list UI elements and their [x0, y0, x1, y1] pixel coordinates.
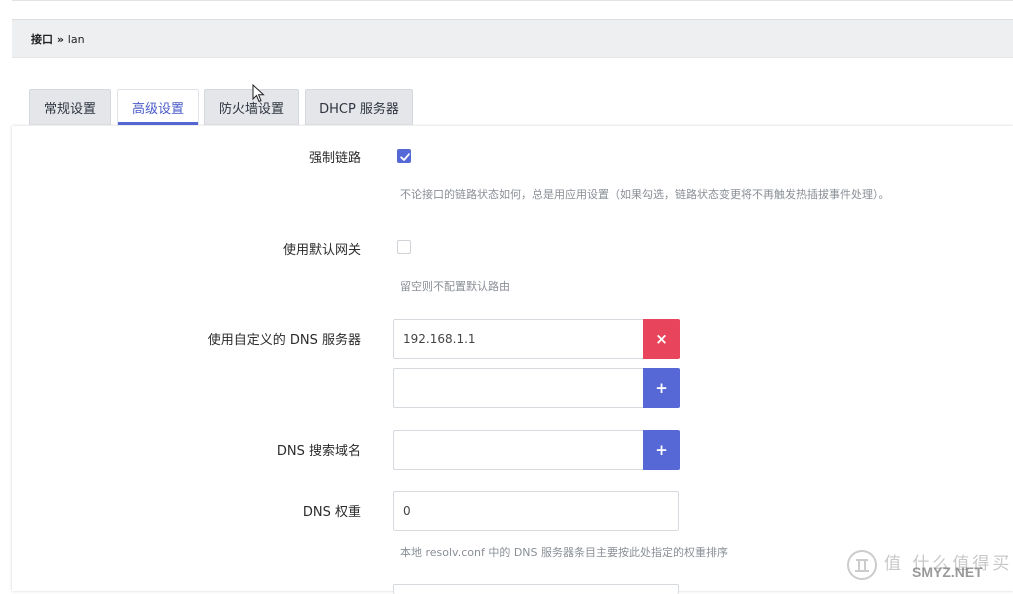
window-top	[0, 0, 1013, 18]
watermark-url: SMYZ.NET	[912, 564, 983, 580]
breadcrumb-current: lan	[67, 33, 85, 46]
dns-weight-description: 本地 resolv.conf 中的 DNS 服务器条目主要按此处指定的权重排序	[400, 546, 729, 559]
watermark: 值 什么值得买 SMYZ.NET	[846, 549, 1009, 585]
next-field-input[interactable]	[393, 584, 679, 594]
custom-dns-input-1[interactable]: 192.168.1.1	[393, 319, 644, 359]
custom-dns-label: 使用自定义的 DNS 服务器	[207, 333, 361, 348]
tab-general[interactable]: 常规设置	[29, 89, 111, 125]
force-link-description: 不论接口的链路状态如何，总是用应用设置（如果勾选，链路状态变更将不再触发热插拔事…	[400, 188, 890, 201]
close-icon: ×	[655, 330, 668, 348]
tab-advanced[interactable]: 高级设置	[117, 89, 199, 125]
watermark-logo-icon	[847, 550, 877, 580]
default-gateway-checkbox[interactable]	[397, 240, 411, 254]
plus-icon: +	[655, 379, 668, 397]
default-gateway-label: 使用默认网关	[282, 243, 361, 258]
mouse-cursor-icon	[252, 84, 265, 103]
tab-dhcp[interactable]: DHCP 服务器	[305, 89, 413, 125]
force-link-checkbox[interactable]	[397, 149, 411, 163]
dns-weight-label: DNS 权重	[302, 505, 361, 520]
remove-dns-button[interactable]: ×	[643, 319, 680, 359]
add-dns-button[interactable]: +	[643, 368, 680, 408]
breadcrumb-parent[interactable]: 接口	[31, 33, 53, 46]
add-dns-search-button[interactable]: +	[643, 430, 680, 470]
breadcrumb-separator: »	[53, 33, 68, 46]
force-link-label: 强制链路	[308, 151, 361, 166]
custom-dns-input-2[interactable]	[393, 368, 644, 408]
dns-search-label: DNS 搜索域名	[276, 444, 361, 459]
dns-weight-input[interactable]: 0	[393, 491, 679, 531]
check-icon	[400, 153, 410, 161]
breadcrumb: 接口 » lan	[31, 31, 85, 47]
breadcrumb-bar: 接口 » lan	[12, 19, 1013, 58]
dns-search-input[interactable]	[393, 430, 644, 470]
default-gateway-description: 留空则不配置默认路由	[400, 280, 510, 293]
plus-icon: +	[655, 441, 668, 459]
